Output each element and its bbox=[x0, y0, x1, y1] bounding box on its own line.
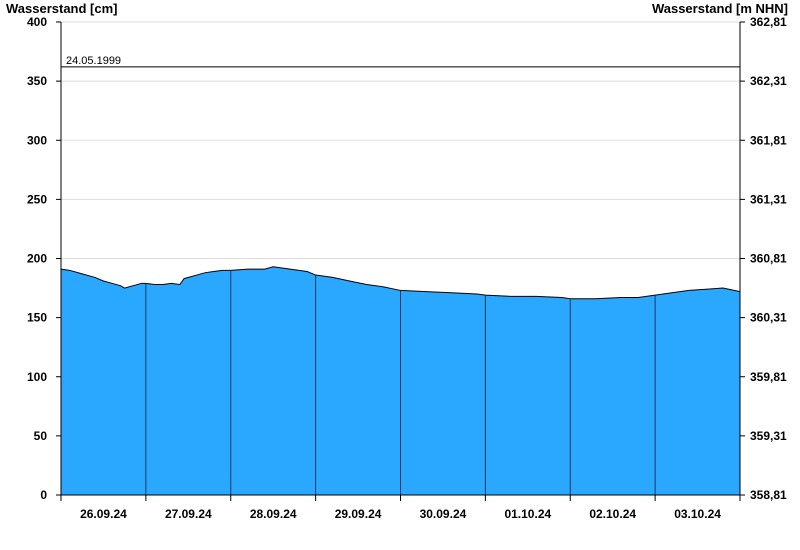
y-tick-label-right: 359,81 bbox=[750, 370, 787, 384]
y-tick-label-left: 0 bbox=[40, 488, 47, 502]
x-tick-label: 03.10.24 bbox=[674, 507, 721, 521]
y-tick-label-left: 400 bbox=[27, 15, 47, 29]
x-tick-label: 01.10.24 bbox=[504, 507, 551, 521]
y-tick-label-left: 50 bbox=[34, 429, 48, 443]
y-tick-label-left: 100 bbox=[27, 370, 47, 384]
x-tick-label: 28.09.24 bbox=[250, 507, 297, 521]
y-tick-label-left: 250 bbox=[27, 192, 47, 206]
y-tick-label-left: 300 bbox=[27, 133, 47, 147]
x-tick-label: 02.10.24 bbox=[589, 507, 636, 521]
y-tick-label-right: 358,81 bbox=[750, 488, 787, 502]
water-level-chart: 24.05.1999 0 358,81 50 359,31 100 359,81 150 360… bbox=[27, 15, 787, 521]
y-tick-label-right: 360,81 bbox=[750, 252, 787, 266]
x-tick-label: 29.09.24 bbox=[335, 507, 382, 521]
y-tick-label-right: 362,81 bbox=[750, 15, 787, 29]
y-tick-label-right: 362,31 bbox=[750, 74, 787, 88]
y-tick-label-left: 200 bbox=[27, 252, 47, 266]
reference-line-label: 24.05.1999 bbox=[66, 55, 121, 67]
y-tick-label-right: 361,81 bbox=[750, 133, 787, 147]
y-tick-label-right: 359,31 bbox=[750, 429, 787, 443]
x-tick-label: 30.09.24 bbox=[420, 507, 467, 521]
y-tick-label-right: 361,31 bbox=[750, 192, 787, 206]
x-tick-label: 27.09.24 bbox=[165, 507, 212, 521]
x-tick-label: 26.09.24 bbox=[80, 507, 127, 521]
y-tick-label-right: 360,31 bbox=[750, 311, 787, 325]
y-tick-label-left: 350 bbox=[27, 74, 47, 88]
y-tick-label-left: 150 bbox=[27, 311, 47, 325]
